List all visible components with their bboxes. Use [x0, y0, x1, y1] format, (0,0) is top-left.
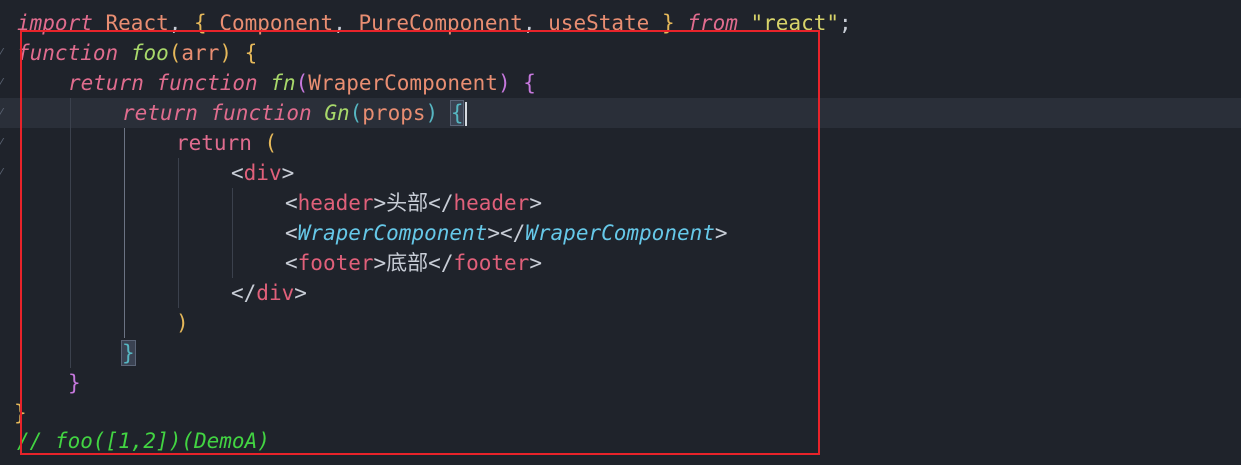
fold-marker-icon[interactable]: ⁄: [0, 136, 6, 150]
fold-marker-icon[interactable]: ⁄: [0, 76, 6, 90]
annotation-highlight-box: [20, 30, 820, 455]
semicolon: ;: [839, 11, 852, 35]
code-editor[interactable]: ⁄ ⁄ ⁄ ⁄ ⁄ import React, { Component, Pur…: [0, 0, 1241, 465]
fold-marker-icon[interactable]: ⁄: [0, 106, 6, 120]
fold-marker-icon[interactable]: ⁄: [0, 46, 6, 60]
fold-marker-icon[interactable]: ⁄: [0, 166, 6, 180]
